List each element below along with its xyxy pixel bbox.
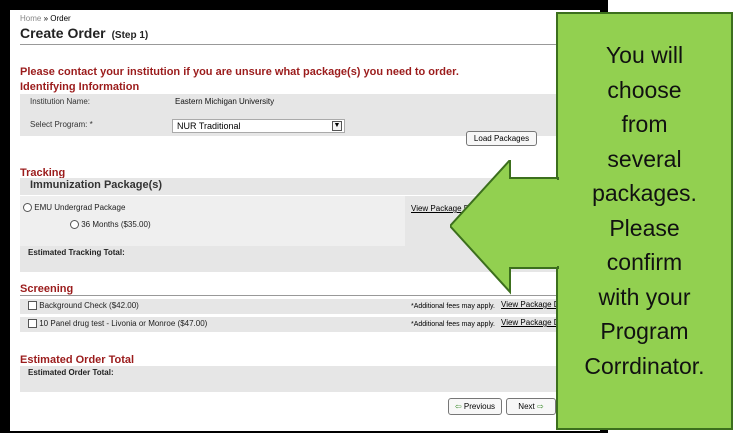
program-select-value: NUR Traditional (177, 121, 241, 131)
page-title-text: Create Order (20, 25, 106, 41)
screening-view-package-link[interactable]: View Package D (501, 300, 560, 309)
screening-item-row: 10 Panel drug test - Livonia or Monroe (… (28, 319, 208, 329)
program-select[interactable]: NUR Traditional ▼ (172, 119, 345, 133)
duration-radio-row: 36 Months ($35.00) (70, 220, 151, 230)
load-packages-button[interactable]: Load Packages (466, 131, 537, 146)
institution-label: Institution Name: (30, 97, 91, 106)
breadcrumb: Home » Order (20, 14, 71, 23)
next-button[interactable]: Next ⇨ (506, 398, 556, 415)
previous-button[interactable]: ⇦ Previous (448, 398, 502, 415)
previous-label: Previous (463, 402, 496, 411)
next-label: Next (518, 402, 535, 411)
callout-text: You will choose from several packages. P… (584, 42, 705, 379)
screening-item-label: 10 Panel drug test - Livonia or Monroe (… (39, 319, 208, 328)
order-total-label: Estimated Order Total: (28, 368, 114, 377)
arrow-right-icon: ⇨ (536, 402, 544, 411)
background-check-checkbox[interactable] (28, 301, 37, 311)
screening-view-package-link[interactable]: View Package D (501, 318, 560, 327)
chevron-down-icon[interactable]: ▼ (332, 121, 342, 131)
order-total-heading: Estimated Order Total (20, 354, 135, 366)
breadcrumb-current: Order (50, 14, 71, 23)
institution-value: Eastern Michigan University (175, 97, 275, 106)
package-radio-row: EMU Undergrad Package (23, 203, 126, 213)
page-step: (Step 1) (111, 30, 149, 41)
page-title: Create Order (Step 1) (20, 25, 148, 41)
immunization-subheading: Immunization Package(s) (30, 179, 163, 191)
screening-heading: Screening (20, 283, 74, 295)
drug-test-checkbox[interactable] (28, 319, 37, 329)
identifying-heading: Identifying Information (20, 81, 140, 93)
package-radio[interactable] (23, 203, 32, 213)
duration-radio[interactable] (70, 220, 79, 230)
breadcrumb-home-link[interactable]: Home (20, 14, 41, 23)
package-radio-label: EMU Undergrad Package (34, 203, 126, 212)
screening-fees-note: *Additional fees may apply. (411, 303, 495, 310)
screening-fees-note: *Additional fees may apply. (411, 321, 495, 328)
screening-item-label: Background Check ($42.00) (39, 301, 139, 310)
breadcrumb-separator: » (41, 14, 51, 23)
screening-item-row: Background Check ($42.00) (28, 301, 139, 311)
duration-radio-label: 36 Months ($35.00) (81, 220, 151, 229)
program-label: Select Program: * (30, 120, 93, 129)
tracking-total-label: Estimated Tracking Total: (28, 248, 125, 257)
notice-text: Please contact your institution if you a… (20, 66, 459, 78)
title-divider (20, 44, 580, 45)
arrow-left-icon: ⇦ (454, 402, 462, 411)
callout-arrow (450, 160, 560, 295)
